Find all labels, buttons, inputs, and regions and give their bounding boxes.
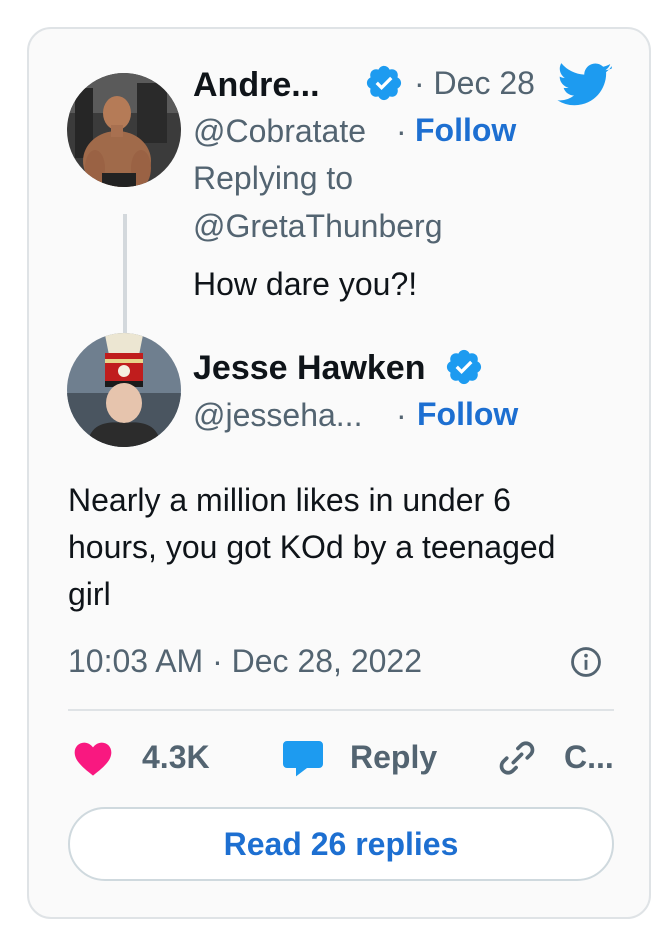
speech-bubble-icon[interactable] <box>279 734 327 782</box>
follow-button-andrew[interactable]: Follow <box>415 112 516 149</box>
avatar-andrew[interactable] <box>67 73 181 187</box>
like-count[interactable]: 4.3K <box>142 739 210 776</box>
embedded-tweet-card: Andre... · Dec 28 @Cobratate · Follow Re… <box>27 27 651 919</box>
avatar-jesse[interactable] <box>67 333 181 447</box>
reply-button[interactable]: Reply <box>350 739 437 776</box>
handle-separator: · <box>396 397 407 433</box>
parent-tweet-date[interactable]: · Dec 28 <box>414 65 535 102</box>
heart-icon[interactable] <box>71 736 115 780</box>
avatar-andrew-image <box>67 73 181 187</box>
info-icon[interactable] <box>569 645 603 679</box>
tweet-timestamp[interactable]: 10:03 AM · Dec 28, 2022 <box>68 643 422 680</box>
copy-link-button[interactable]: C... <box>564 739 614 776</box>
parent-tweet-text: How dare you?! <box>193 266 418 302</box>
thread-connector-line <box>123 214 127 350</box>
parent-author-name[interactable]: Andre... <box>193 66 320 105</box>
read-replies-button[interactable]: Read 26 replies <box>68 807 614 881</box>
reply-author-name[interactable]: Jesse Hawken <box>193 349 426 388</box>
replying-to-label: Replying to <box>193 160 354 196</box>
avatar-jesse-image <box>67 333 181 447</box>
link-icon[interactable] <box>495 736 539 780</box>
replying-to-handle[interactable]: @GretaThunberg <box>193 208 443 245</box>
twitter-bird-icon[interactable] <box>557 63 613 109</box>
divider <box>68 709 614 711</box>
verified-badge-icon <box>364 63 404 103</box>
parent-author-handle[interactable]: @Cobratate <box>193 113 366 150</box>
handle-separator: · <box>396 113 407 149</box>
reply-tweet-text: Nearly a million likes in under 6 hours,… <box>68 482 556 612</box>
follow-button-jesse[interactable]: Follow <box>417 396 518 433</box>
reply-author-handle[interactable]: @jesseha... <box>193 397 362 434</box>
verified-badge-icon <box>444 347 484 387</box>
